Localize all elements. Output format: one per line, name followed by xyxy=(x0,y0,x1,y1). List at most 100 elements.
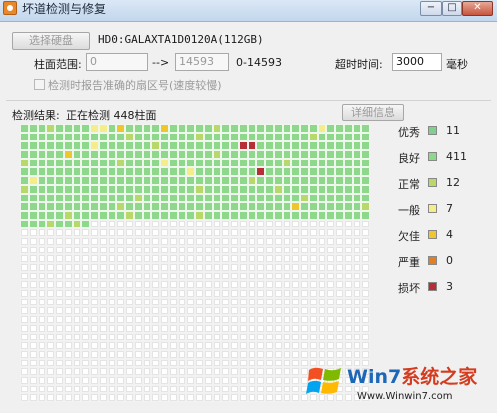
scan-cell xyxy=(221,297,230,307)
scan-cell xyxy=(335,289,344,298)
timeout-input[interactable]: 3000 xyxy=(392,53,442,71)
scan-cell xyxy=(317,289,327,298)
scan-cell xyxy=(168,289,178,298)
scan-cell xyxy=(116,236,125,246)
scan-cell xyxy=(20,150,29,159)
scan-cell xyxy=(282,367,292,376)
scan-cell xyxy=(28,167,38,177)
range-start-input[interactable]: 0 xyxy=(86,53,148,71)
scan-cell xyxy=(203,341,213,350)
scan-cell xyxy=(300,245,309,255)
scan-cell xyxy=(352,245,362,255)
scan-cell xyxy=(37,245,47,255)
scan-cell xyxy=(203,323,213,333)
legend-label: 优秀 xyxy=(398,126,420,139)
scan-cell xyxy=(203,367,213,376)
scan-cell xyxy=(46,254,55,263)
scan-cell xyxy=(343,341,353,350)
scan-cell xyxy=(46,236,55,246)
scan-cell xyxy=(186,184,195,194)
scan-cell xyxy=(116,280,125,290)
scan-cell xyxy=(247,349,257,359)
scan-cell xyxy=(212,150,222,159)
scan-cell xyxy=(308,280,318,290)
scan-cell xyxy=(55,315,64,324)
scan-cell xyxy=(203,167,213,177)
scan-cell xyxy=(247,219,257,229)
scan-cell xyxy=(282,289,292,298)
scan-cell xyxy=(291,193,300,203)
scan-cell xyxy=(72,202,82,211)
scan-cell xyxy=(230,184,239,194)
scan-cell xyxy=(247,176,257,185)
scan-cell xyxy=(177,210,187,220)
scan-cell xyxy=(55,367,64,376)
select-disk-button[interactable]: 选择硬盘 xyxy=(12,32,90,50)
scan-cell xyxy=(177,263,187,272)
scan-cell xyxy=(352,280,362,290)
scan-cell xyxy=(335,271,344,281)
minimize-button[interactable]: − xyxy=(420,1,442,16)
scan-cell xyxy=(63,349,73,359)
scan-cell xyxy=(335,219,344,229)
scan-cell xyxy=(90,254,99,263)
scan-cell xyxy=(177,254,187,263)
scan-cell xyxy=(265,323,274,333)
scan-cell xyxy=(343,271,353,281)
scan-cell xyxy=(90,393,99,402)
range-arrow: --> xyxy=(152,56,170,69)
scan-cell xyxy=(265,167,274,177)
scan-cell xyxy=(98,323,108,333)
scan-cell xyxy=(203,349,213,359)
scan-cell xyxy=(28,341,38,350)
scan-cell xyxy=(98,150,108,159)
legend-label: 损坏 xyxy=(398,282,420,295)
scan-cell xyxy=(265,306,274,316)
scan-cell xyxy=(335,202,344,211)
scan-cell xyxy=(247,375,257,385)
scan-cell xyxy=(247,280,257,290)
scan-cell xyxy=(81,184,90,194)
scan-cell xyxy=(151,297,160,307)
scan-cell xyxy=(317,158,327,168)
title-bar: 坏道检测与修复 − □ ✕ xyxy=(0,0,497,22)
range-end-input[interactable]: 14593 xyxy=(175,53,229,71)
legend-count: 7 xyxy=(446,202,453,215)
legend-label: 良好 xyxy=(398,152,420,165)
scan-cell xyxy=(46,176,55,185)
scan-cell xyxy=(133,349,143,359)
scan-cell xyxy=(63,245,73,255)
scan-cell xyxy=(81,341,90,350)
maximize-button[interactable]: □ xyxy=(442,1,462,16)
scan-cell xyxy=(168,375,178,385)
scan-cell xyxy=(81,289,90,298)
scan-cell xyxy=(133,210,143,220)
detail-info-button[interactable]: 详细信息 xyxy=(342,104,404,121)
scan-cell xyxy=(265,202,274,211)
scan-cell xyxy=(116,132,125,142)
scan-cell xyxy=(230,124,239,133)
scan-cell xyxy=(186,280,195,290)
scan-cell xyxy=(256,141,265,151)
scan-cell xyxy=(361,141,370,151)
scan-cell xyxy=(98,132,108,142)
scan-cell xyxy=(72,393,82,402)
close-button[interactable]: ✕ xyxy=(462,1,493,16)
scan-cell xyxy=(230,375,239,385)
scan-cell xyxy=(300,297,309,307)
scan-cell xyxy=(212,236,222,246)
scan-cell xyxy=(256,184,265,194)
scan-cell xyxy=(335,341,344,350)
scan-cell xyxy=(20,254,29,263)
scan-cell xyxy=(256,289,265,298)
scan-cell xyxy=(308,254,318,263)
scan-cell xyxy=(116,167,125,177)
legend-label: 严重 xyxy=(398,256,420,269)
report-sector-checkbox[interactable] xyxy=(34,79,45,90)
scan-cell xyxy=(142,150,152,159)
scan-cell xyxy=(300,167,309,177)
scan-cell xyxy=(195,254,204,263)
scan-cell xyxy=(212,289,222,298)
scan-cell xyxy=(282,245,292,255)
scan-cell xyxy=(361,219,370,229)
